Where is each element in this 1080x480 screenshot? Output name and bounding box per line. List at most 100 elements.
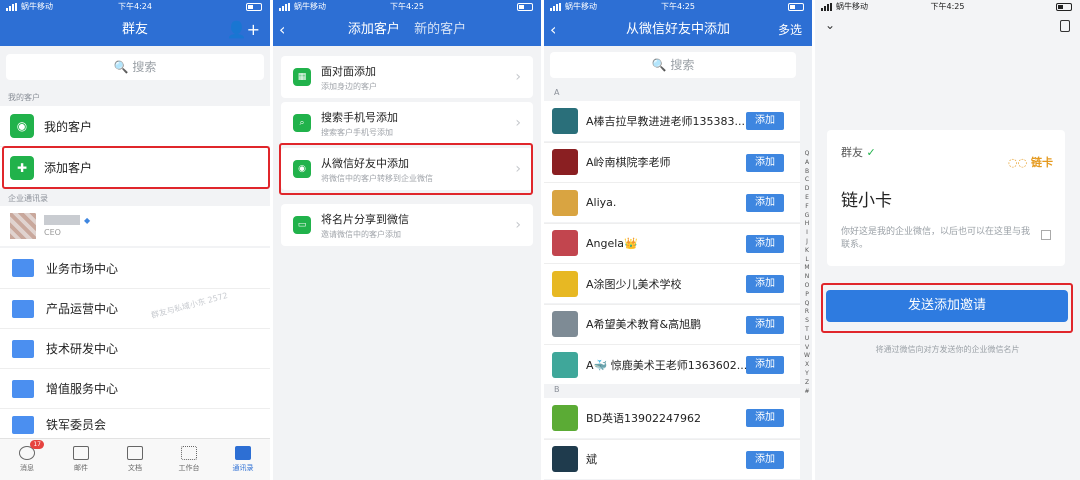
highlight-box (821, 283, 1073, 333)
friend-row[interactable]: Angela👑 添加 (544, 222, 800, 263)
alphabet-index[interactable]: Q A B C D E F G H I J K L M N O P Q R S T U V W X Y Z # (802, 150, 812, 396)
clock: 下午4:25 (390, 2, 424, 11)
battery-icon (246, 3, 262, 11)
alphabet-letter[interactable]: I (802, 229, 812, 238)
multi-select-button[interactable]: 多选 (778, 14, 802, 46)
shield-icon[interactable] (1060, 20, 1070, 32)
friend-name: 斌 (586, 453, 597, 466)
friend-row[interactable]: A岭南棋院李老师 添加 (544, 141, 800, 182)
search-placeholder: 搜索 (132, 60, 157, 74)
tab-add-customer[interactable]: 添加客户 (348, 22, 400, 37)
alphabet-letter[interactable]: Q (802, 300, 812, 309)
friend-row[interactable]: A🐳 惊鹿美术王老师1363602... 添加 (544, 344, 800, 384)
alphabet-letter[interactable]: L (802, 256, 812, 265)
alphabet-letter[interactable]: J (802, 238, 812, 247)
option-search-phone[interactable]: ⌕ 搜索手机号添加 搜索客户手机号添加 › (281, 102, 533, 144)
alphabet-letter[interactable]: D (802, 185, 812, 194)
dept-row[interactable]: 增值服务中心 (0, 368, 270, 408)
add-friend-button[interactable]: 添加 (746, 315, 784, 334)
search-input[interactable]: 🔍 搜索 (6, 54, 264, 80)
alphabet-letter[interactable]: K (802, 247, 812, 256)
add-friend-button[interactable]: 添加 (746, 112, 784, 130)
screen-contacts: 蜗牛移动 下午4:24 群友 👤+ 🔍 搜索 我的客户 ◉ 我的客户 ✚ 添加客… (0, 0, 270, 480)
folder-icon (12, 259, 34, 277)
alphabet-letter[interactable]: Q (802, 150, 812, 159)
add-friend-button[interactable]: 添加 (746, 409, 784, 427)
add-friend-button[interactable]: 添加 (746, 153, 784, 172)
add-friend-button[interactable]: 添加 (746, 450, 784, 469)
doc-icon (127, 446, 143, 460)
alphabet-letter[interactable]: G (802, 212, 812, 221)
alphabet-letter[interactable]: W (802, 352, 812, 361)
menu-label: 我的客户 (44, 119, 93, 134)
alphabet-letter[interactable]: Z (802, 379, 812, 388)
battery-icon (788, 3, 804, 11)
chevron-down-icon[interactable]: ⌄ (825, 18, 835, 32)
friend-name: A岭南棋院李老师 (586, 156, 671, 169)
status-bar: 蜗牛移动 下午4:25 (815, 0, 1080, 14)
alphabet-letter[interactable]: T (802, 326, 812, 335)
dept-label: 增值服务中心 (46, 382, 119, 396)
tab-docs[interactable]: 文档 (108, 439, 162, 480)
dept-row[interactable]: 业务市场中心 (0, 248, 270, 288)
tab-messages[interactable]: 17 消息 (0, 439, 54, 480)
alphabet-letter[interactable]: B (802, 168, 812, 177)
friend-row[interactable]: A涂图少儿美术学校 添加 (544, 263, 800, 303)
alphabet-letter[interactable]: N (802, 273, 812, 282)
business-card: 群友 ✓ ◌◌ 链卡 链小卡 你好这是我的企业微信，以后也可以在这里与我联系。 (827, 130, 1065, 266)
alphabet-letter[interactable]: S (802, 317, 812, 326)
alphabet-letter[interactable]: A (802, 159, 812, 168)
alphabet-letter[interactable]: Y (802, 370, 812, 379)
highlight-box (279, 143, 533, 195)
alphabet-letter[interactable]: U (802, 335, 812, 344)
add-friend-button[interactable]: 添加 (746, 234, 784, 253)
tab-workbench[interactable]: 工作台 (162, 439, 216, 480)
dept-label: 铁军委员会 (46, 418, 107, 432)
alphabet-letter[interactable]: X (802, 361, 812, 370)
alphabet-letter[interactable]: O (802, 282, 812, 291)
menu-my-customers[interactable]: ◉ 我的客户 (0, 106, 270, 146)
add-friend-button[interactable]: 添加 (746, 275, 784, 293)
member-row-ceo[interactable]: CEO ◆ (0, 206, 270, 246)
search-icon: ⌕ (293, 114, 311, 132)
dept-row[interactable]: 技术研发中心 (0, 328, 270, 368)
alphabet-letter[interactable]: R (802, 308, 812, 317)
member-title: CEO (44, 228, 61, 237)
option-subtitle: 邀请微信中的客户添加 (321, 229, 401, 239)
section-letter-a: A (554, 88, 560, 97)
dept-row[interactable]: 铁军委员会 (0, 408, 270, 440)
alphabet-letter[interactable]: P (802, 291, 812, 300)
unread-badge: 17 (30, 440, 44, 449)
friend-row[interactable]: Aliya. 添加 (544, 182, 800, 222)
back-icon[interactable]: ‹ (550, 14, 556, 46)
tab-contacts[interactable]: 通讯录 (216, 439, 270, 480)
tab-mail[interactable]: 邮件 (54, 439, 108, 480)
friend-row[interactable]: A棒吉拉早教进进老师135383... 添加 (544, 101, 800, 141)
contact-name: 链小卡 (841, 191, 892, 211)
option-share-card[interactable]: ▭ 将名片分享到微信 邀请微信中的客户添加 › (281, 204, 533, 246)
add-friend-button[interactable]: 添加 (746, 194, 784, 212)
back-icon[interactable]: ‹ (279, 14, 285, 46)
alphabet-letter[interactable]: # (802, 388, 812, 397)
friend-row[interactable]: A希望美术教育&高旭鹏 添加 (544, 303, 800, 344)
edit-icon[interactable] (1041, 230, 1051, 240)
add-member-icon[interactable]: 👤+ (227, 20, 260, 39)
card-icon: ▭ (293, 216, 311, 234)
alphabet-letter[interactable]: E (802, 194, 812, 203)
alphabet-letter[interactable]: V (802, 344, 812, 353)
option-face-to-face[interactable]: ▦ 面对面添加 添加身边的客户 › (281, 56, 533, 98)
dept-row[interactable]: 产品运营中心 (0, 288, 270, 328)
tab-bar: 17 消息 邮件 文档 工作台 通讯录 (0, 438, 270, 480)
alphabet-letter[interactable]: C (802, 176, 812, 185)
tab-new-customers[interactable]: 新的客户 (414, 22, 466, 37)
friend-name: A涂图少儿美术学校 (586, 277, 682, 291)
alphabet-letter[interactable]: M (802, 264, 812, 273)
alphabet-letter[interactable]: F (802, 203, 812, 212)
status-bar: 蜗牛移动 下午4:25 (544, 0, 812, 14)
friend-row[interactable]: 斌 添加 (544, 438, 800, 479)
search-input[interactable]: 🔍 搜索 (550, 52, 796, 78)
folder-icon (12, 415, 34, 434)
add-friend-button[interactable]: 添加 (746, 356, 784, 374)
alphabet-letter[interactable]: H (802, 220, 812, 229)
friend-row[interactable]: BD英语13902247962 添加 (544, 398, 800, 438)
